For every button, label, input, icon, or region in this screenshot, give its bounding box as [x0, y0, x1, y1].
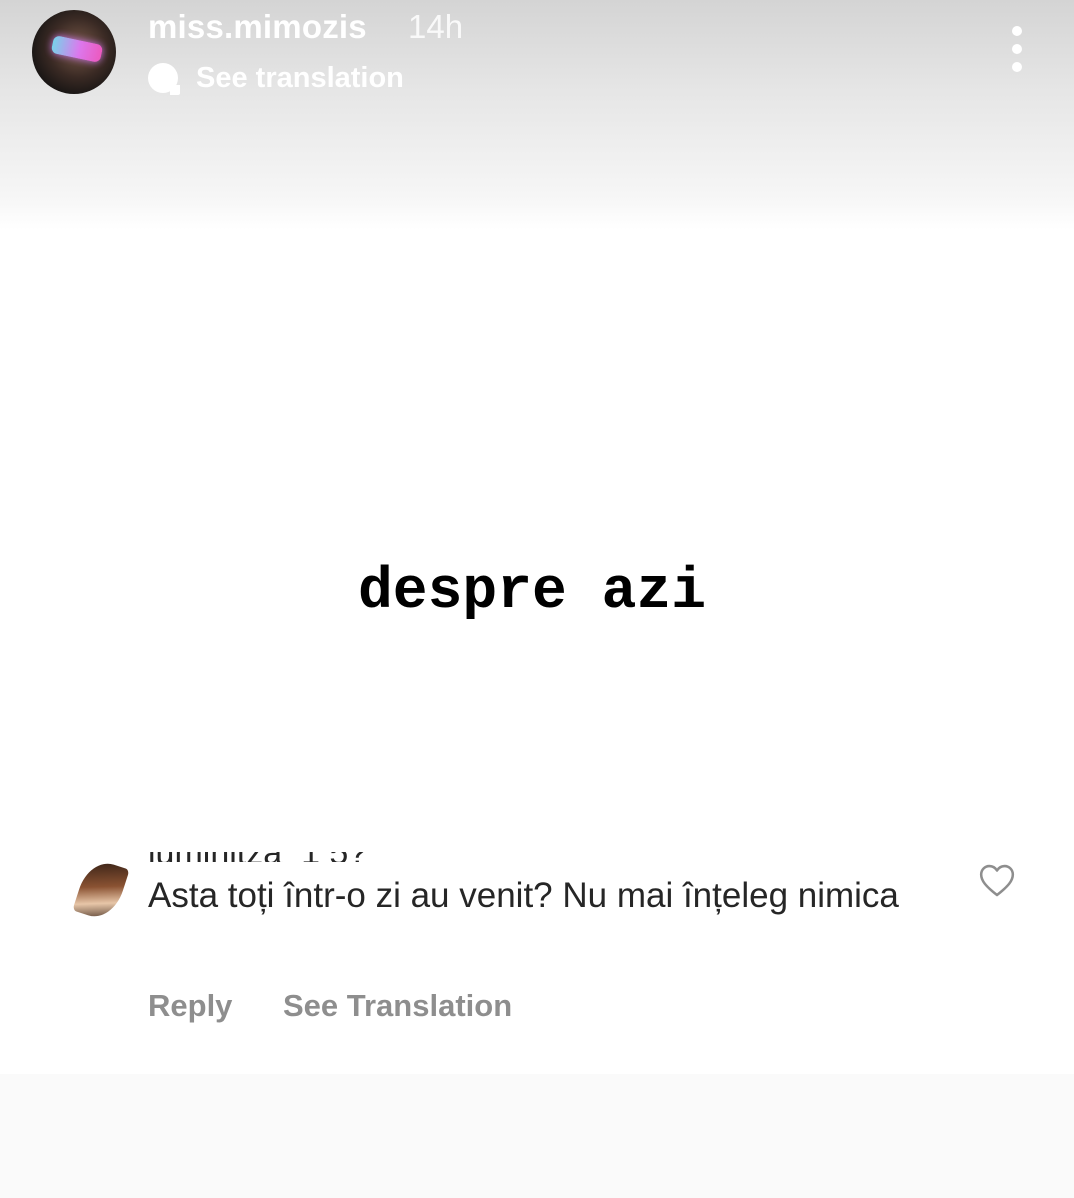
- username[interactable]: miss.mimozis: [148, 8, 367, 46]
- post-time: 14h: [408, 8, 464, 45]
- commenter-username[interactable]: luminitza_1 5?: [148, 826, 367, 862]
- see-translation-link[interactable]: See translation: [148, 60, 404, 96]
- profile-avatar[interactable]: [32, 10, 116, 94]
- heart-outline-icon: [979, 864, 1015, 897]
- dot-icon: [1012, 26, 1022, 36]
- see-translation-label: See translation: [196, 61, 404, 94]
- dot-icon: [1012, 44, 1022, 54]
- like-button[interactable]: [978, 862, 1016, 898]
- avatar-glasses-detail: [50, 34, 104, 64]
- dot-icon: [1012, 62, 1022, 72]
- comment-see-translation-button[interactable]: See Translation: [283, 988, 512, 1024]
- more-options-button[interactable]: [1004, 26, 1030, 72]
- speech-bubble-icon: [148, 63, 180, 95]
- reply-button[interactable]: Reply: [148, 988, 232, 1024]
- story-text: despre azi: [352, 556, 713, 626]
- commenter-username-text: luminitza_1 5?: [148, 834, 368, 862]
- comment-text: Asta toți într-o zi au venit? Nu mai înț…: [148, 876, 899, 915]
- bottom-area: [0, 1074, 1074, 1198]
- comment-panel: [0, 770, 1074, 1074]
